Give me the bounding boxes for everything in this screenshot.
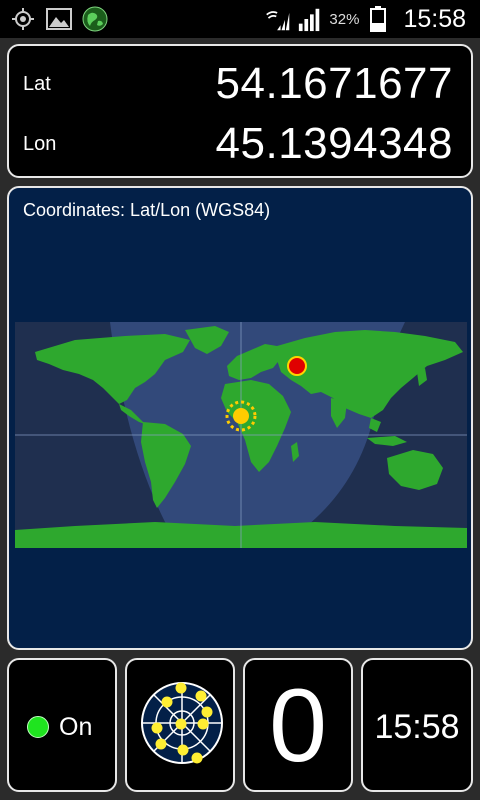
location-marker-icon	[287, 356, 307, 376]
time-tile[interactable]: 15:58	[361, 658, 473, 792]
satellite-count-tile[interactable]: 0	[243, 658, 353, 792]
gallery-icon	[46, 6, 72, 32]
status-clock: 15:58	[403, 4, 466, 33]
coordinates-panel[interactable]: Lat 54.1671677 Lon 45.1394348	[7, 44, 473, 178]
satellite-count: 0	[269, 668, 327, 784]
battery-icon	[365, 6, 391, 32]
sky-plot-icon	[141, 682, 223, 764]
latitude-row: Lat 54.1671677	[9, 54, 471, 114]
latitude-value: 54.1671677	[215, 59, 453, 108]
status-indicator-icon	[27, 716, 49, 738]
gps-time: 15:58	[374, 708, 460, 746]
map-title: Coordinates: Lat/Lon (WGS84)	[23, 200, 271, 220]
longitude-row: Lon 45.1394348	[9, 114, 471, 174]
gps-status-tile[interactable]: On	[7, 658, 117, 792]
battery-percent: 32%	[329, 10, 360, 28]
latitude-label: Lat	[23, 72, 51, 95]
world-map[interactable]	[15, 322, 467, 548]
status-bar: 32% 15:58	[0, 0, 480, 38]
app-globe-icon	[82, 6, 108, 32]
satellite-sky-tile[interactable]	[125, 658, 235, 792]
map-panel[interactable]: Coordinates: Lat/Lon (WGS84)	[7, 186, 473, 650]
gps-status-label: On	[59, 713, 93, 741]
longitude-value: 45.1394348	[215, 119, 453, 168]
signal-icon	[297, 6, 323, 32]
longitude-label: Lon	[23, 132, 57, 155]
gps-target-icon	[10, 6, 36, 32]
wifi-icon	[265, 6, 291, 32]
